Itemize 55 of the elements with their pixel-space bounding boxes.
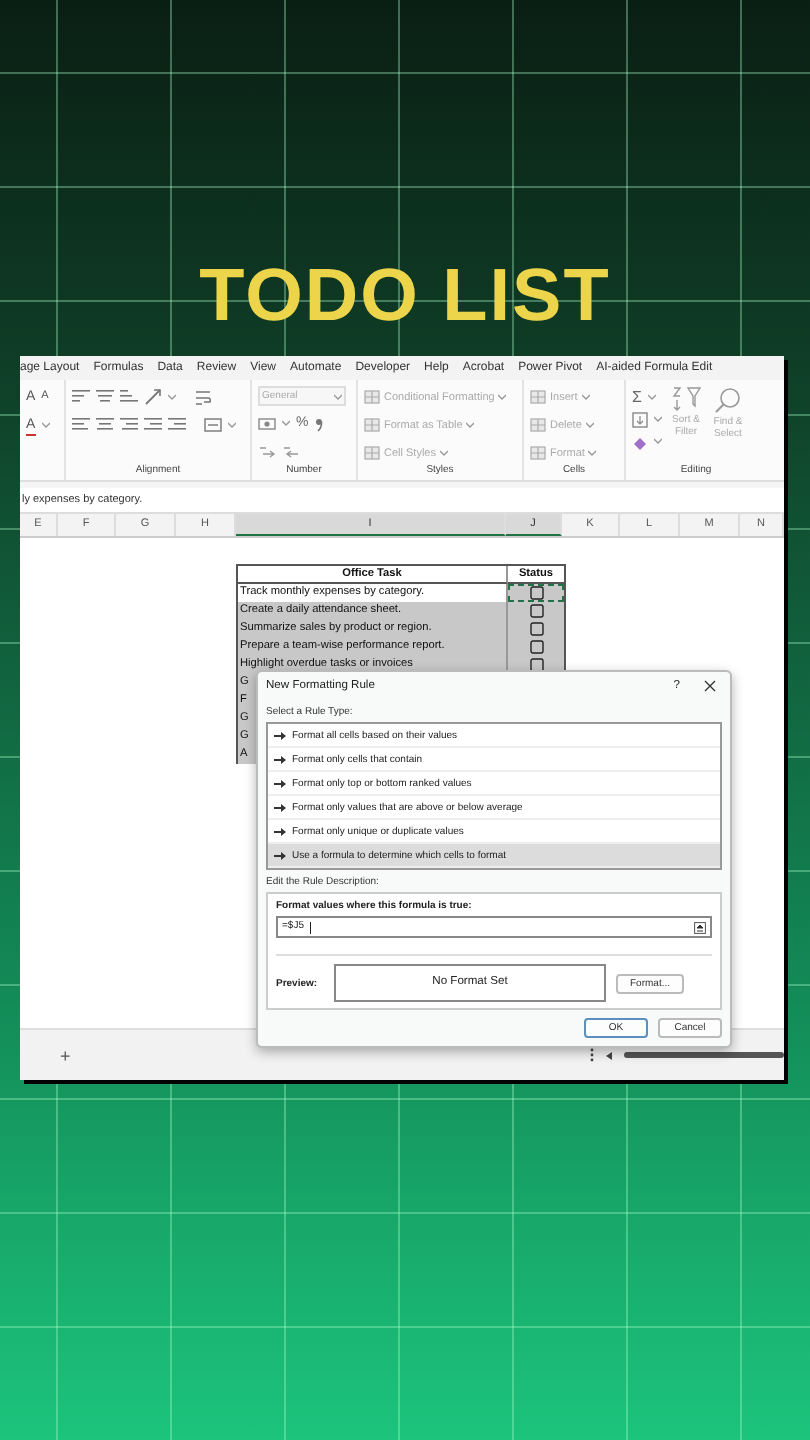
arrow-icon	[274, 731, 286, 739]
close-icon	[704, 680, 716, 692]
caret-icon	[228, 422, 236, 428]
arrow-icon	[274, 827, 286, 835]
table-style-icon	[364, 390, 380, 404]
align-center-icon	[96, 416, 114, 434]
caret-icon	[654, 438, 662, 444]
caret-icon	[647, 394, 656, 400]
fill-icon	[632, 411, 648, 427]
caret-icon	[41, 422, 50, 428]
cells-icon	[530, 446, 546, 460]
caret-icon	[581, 394, 590, 400]
wrap-text-icon	[194, 388, 212, 406]
indent-decrease-icon	[144, 416, 162, 434]
caret-icon	[588, 450, 597, 456]
checkbox[interactable]	[529, 604, 543, 618]
headline: TODO LIST	[199, 256, 611, 336]
align-top-icon	[72, 388, 90, 406]
add-sheet-button[interactable]: +	[60, 1045, 71, 1065]
arrow-icon	[274, 803, 286, 811]
sort-filter-icon	[670, 386, 702, 412]
cells-icon	[530, 390, 546, 404]
arrow-icon	[274, 755, 286, 763]
decrease-decimal-icon	[282, 443, 300, 459]
merge-cells-icon	[204, 416, 222, 434]
caret-icon	[439, 450, 448, 456]
search-icon	[714, 386, 742, 414]
checkbox[interactable]	[529, 640, 543, 654]
arrow-icon	[274, 851, 286, 859]
orientation-icon	[144, 388, 162, 406]
collapse-dialog-icon	[694, 921, 706, 933]
currency-icon	[258, 415, 276, 431]
align-right-icon	[120, 416, 138, 434]
caret-icon	[654, 416, 662, 422]
indent-increase-icon	[168, 416, 186, 434]
scroll-left-icon	[606, 1051, 612, 1059]
caret-icon	[498, 394, 507, 400]
align-bottom-icon	[120, 388, 138, 406]
horizontal-scrollbar[interactable]	[624, 1052, 784, 1058]
caret-icon	[168, 394, 176, 400]
align-middle-icon	[96, 388, 114, 406]
arrow-icon	[274, 779, 286, 787]
caret-icon	[334, 393, 342, 399]
table-style-icon	[364, 418, 380, 432]
align-left-icon	[72, 416, 90, 434]
table-style-icon	[364, 446, 380, 460]
comma-style-icon	[314, 415, 325, 431]
checkbox[interactable]	[529, 586, 543, 600]
caret-icon	[282, 420, 290, 426]
autosum-button[interactable]: Σ	[632, 387, 642, 407]
cells-icon	[530, 418, 546, 432]
checkbox[interactable]	[529, 622, 543, 636]
increase-decimal-icon	[258, 443, 276, 459]
caret-icon	[585, 422, 594, 428]
caret-icon	[466, 422, 475, 428]
